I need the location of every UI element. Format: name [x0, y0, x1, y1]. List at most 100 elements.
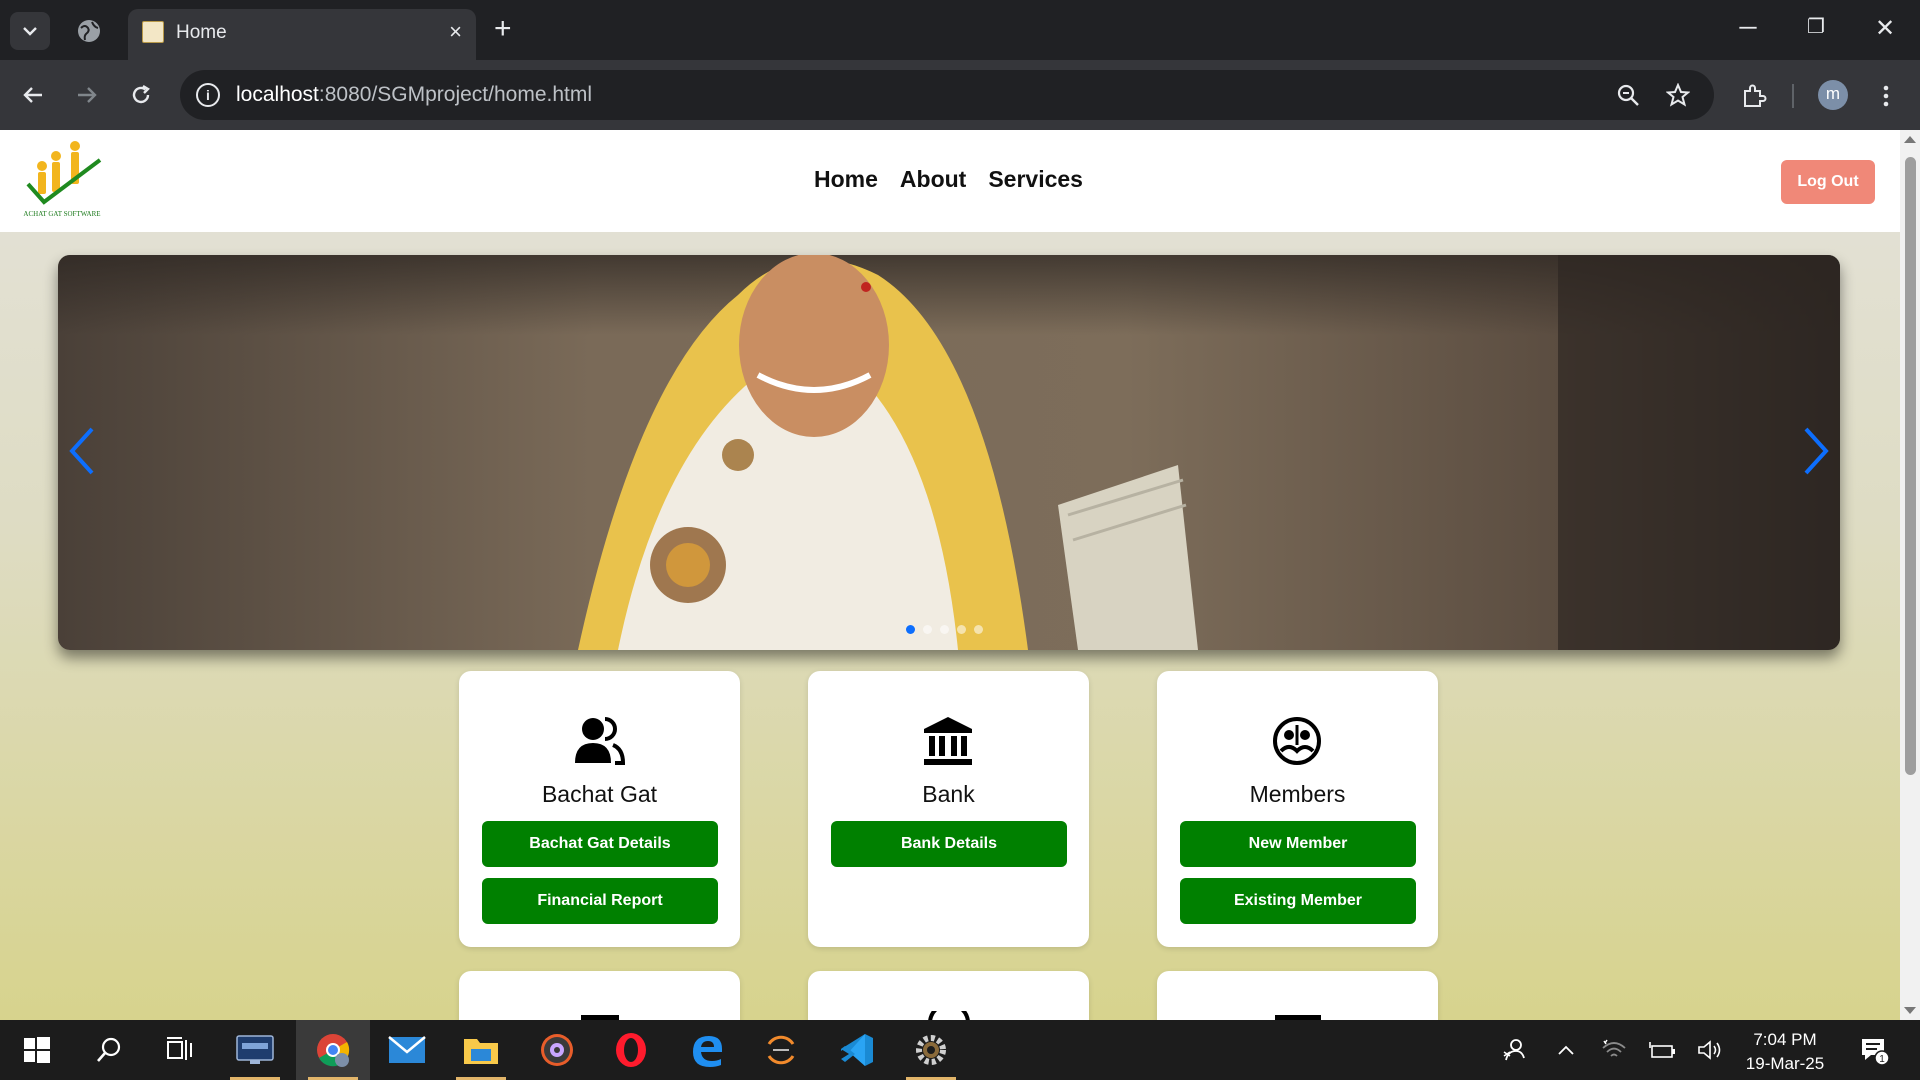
- card-members: Members New Member Existing Member: [1157, 671, 1438, 947]
- windows-taskbar: 7:04 PM 19-Mar-25 1: [0, 1020, 1920, 1080]
- task-view-icon: [167, 1037, 192, 1060]
- logout-button[interactable]: Log Out: [1781, 160, 1875, 204]
- search-icon: [97, 1037, 121, 1062]
- start-icon: [24, 1037, 50, 1063]
- carousel-indicator[interactable]: [906, 625, 915, 634]
- globe-icon[interactable]: [76, 18, 102, 44]
- carousel-indicator[interactable]: [923, 625, 932, 634]
- taskbar-app-file-explorer[interactable]: [444, 1020, 518, 1080]
- card-bachat-gat: Bachat Gat Bachat Gat Details Financial …: [459, 671, 740, 947]
- address-bar[interactable]: i localhost:8080/SGMproject/home.html: [180, 70, 1714, 120]
- tab-search-button[interactable]: [10, 12, 50, 50]
- nav-about[interactable]: About: [900, 166, 966, 193]
- site-info-icon[interactable]: i: [196, 83, 220, 107]
- carousel-indicator[interactable]: [957, 625, 966, 634]
- scroll-down-icon[interactable]: [1904, 1007, 1916, 1014]
- clock-time: 7:04 PM: [1753, 1030, 1817, 1049]
- browser-toolbar: i localhost:8080/SGMproject/home.html m: [0, 60, 1920, 130]
- carousel-indicator[interactable]: [974, 625, 983, 634]
- site-favicon-icon: [142, 21, 164, 43]
- taskbar-app-mail[interactable]: [370, 1020, 444, 1080]
- zoom-button[interactable]: [1612, 79, 1644, 111]
- card-title: Members: [1249, 781, 1346, 807]
- carousel-prev-button[interactable]: [64, 423, 100, 479]
- start-button[interactable]: [0, 1020, 74, 1080]
- new-member-button[interactable]: New Member: [1180, 821, 1416, 867]
- task-view-button[interactable]: [143, 1020, 217, 1080]
- existing-member-button[interactable]: Existing Member: [1180, 878, 1416, 924]
- notification-count: 1: [1879, 1054, 1885, 1065]
- media-icon: [541, 1034, 573, 1066]
- main-nav: Home About Services: [814, 166, 1083, 193]
- people-button[interactable]: [1494, 1020, 1534, 1080]
- wifi-status[interactable]: [1596, 1020, 1632, 1080]
- extensions-button[interactable]: [1738, 80, 1770, 112]
- url-host: localhost: [236, 83, 319, 106]
- taskbar-app-mysql[interactable]: [218, 1020, 292, 1080]
- mysql-icon: [236, 1035, 274, 1064]
- scrollbar-thumb[interactable]: [1905, 157, 1916, 775]
- window-close-button[interactable]: ✕: [1870, 14, 1900, 43]
- card-icon-partial: [581, 1015, 619, 1020]
- restore-button[interactable]: ❐: [1801, 14, 1831, 39]
- chrome-icon: [317, 1034, 350, 1067]
- search-button[interactable]: [72, 1020, 146, 1080]
- financial-report-button[interactable]: Financial Report: [482, 878, 718, 924]
- taskbar-app-eclipse[interactable]: [744, 1020, 818, 1080]
- taskbar-app-chrome[interactable]: [296, 1020, 370, 1080]
- scroll-up-icon[interactable]: [1904, 136, 1916, 143]
- carousel-slide-image: [58, 255, 1840, 650]
- star-icon: [1666, 83, 1690, 107]
- nav-services[interactable]: Services: [988, 166, 1083, 193]
- volume-button[interactable]: [1692, 1020, 1728, 1080]
- bachat-gat-details-button[interactable]: Bachat Gat Details: [482, 821, 718, 867]
- minimize-button[interactable]: ─: [1733, 14, 1763, 42]
- battery-status[interactable]: [1644, 1020, 1680, 1080]
- taskbar-app-media[interactable]: [520, 1020, 594, 1080]
- zoom-icon: [1617, 84, 1639, 106]
- logo-people-check-icon: [26, 141, 102, 205]
- site-logo[interactable]: ACHAT GAT SOFTWARE: [20, 140, 104, 220]
- browser-menu-button[interactable]: [1870, 80, 1902, 112]
- bookmark-button[interactable]: [1662, 79, 1694, 111]
- forward-button[interactable]: [70, 78, 104, 112]
- edge-icon: [693, 1036, 722, 1067]
- carousel-next-button[interactable]: [1798, 423, 1834, 479]
- members-icon: [1267, 711, 1327, 771]
- taskbar-app-settings[interactable]: [894, 1020, 968, 1080]
- browser-tab-strip: Home × + ─ ❐ ✕: [0, 0, 1920, 60]
- bank-icon: [918, 711, 978, 771]
- wifi-off-icon: [1602, 1039, 1626, 1057]
- carousel-indicator[interactable]: [940, 625, 949, 634]
- nav-home[interactable]: Home: [814, 166, 878, 193]
- tab-close-button[interactable]: ×: [449, 19, 462, 45]
- card-bank: Bank Bank Details: [808, 671, 1089, 947]
- reload-button[interactable]: [124, 78, 158, 112]
- hero-carousel[interactable]: [58, 255, 1840, 650]
- active-tab[interactable]: Home ×: [128, 9, 476, 60]
- arrow-left-icon: [23, 87, 42, 103]
- taskbar-clock[interactable]: 7:04 PM 19-Mar-25: [1740, 1028, 1830, 1076]
- page-scrollbar[interactable]: [1900, 130, 1920, 1020]
- new-tab-button[interactable]: +: [494, 14, 512, 44]
- url-text[interactable]: localhost:8080/SGMproject/home.html: [236, 83, 592, 107]
- taskbar-app-opera[interactable]: [594, 1020, 668, 1080]
- puzzle-icon: [1744, 84, 1767, 107]
- arrow-right-icon: [78, 87, 97, 103]
- back-button[interactable]: [16, 78, 50, 112]
- card-partial: [1157, 971, 1438, 1020]
- settings-gear-icon: [916, 1035, 946, 1065]
- taskbar-app-edge[interactable]: [670, 1020, 744, 1080]
- clock-date: 19-Mar-25: [1745, 1054, 1825, 1073]
- file-explorer-icon: [464, 1039, 498, 1064]
- opera-icon: [616, 1033, 646, 1067]
- card-icon-partial: [1275, 1015, 1321, 1020]
- notification-center-button[interactable]: 1: [1852, 1020, 1896, 1080]
- url-path: :8080/SGMproject/home.html: [318, 83, 593, 106]
- profile-avatar[interactable]: m: [1818, 80, 1848, 110]
- page-viewport: ACHAT GAT SOFTWARE Home About Services L…: [0, 130, 1920, 1020]
- taskbar-app-vscode[interactable]: [820, 1020, 894, 1080]
- reload-icon: [132, 84, 150, 104]
- show-hidden-icons-button[interactable]: [1548, 1020, 1584, 1080]
- bank-details-button[interactable]: Bank Details: [831, 821, 1067, 867]
